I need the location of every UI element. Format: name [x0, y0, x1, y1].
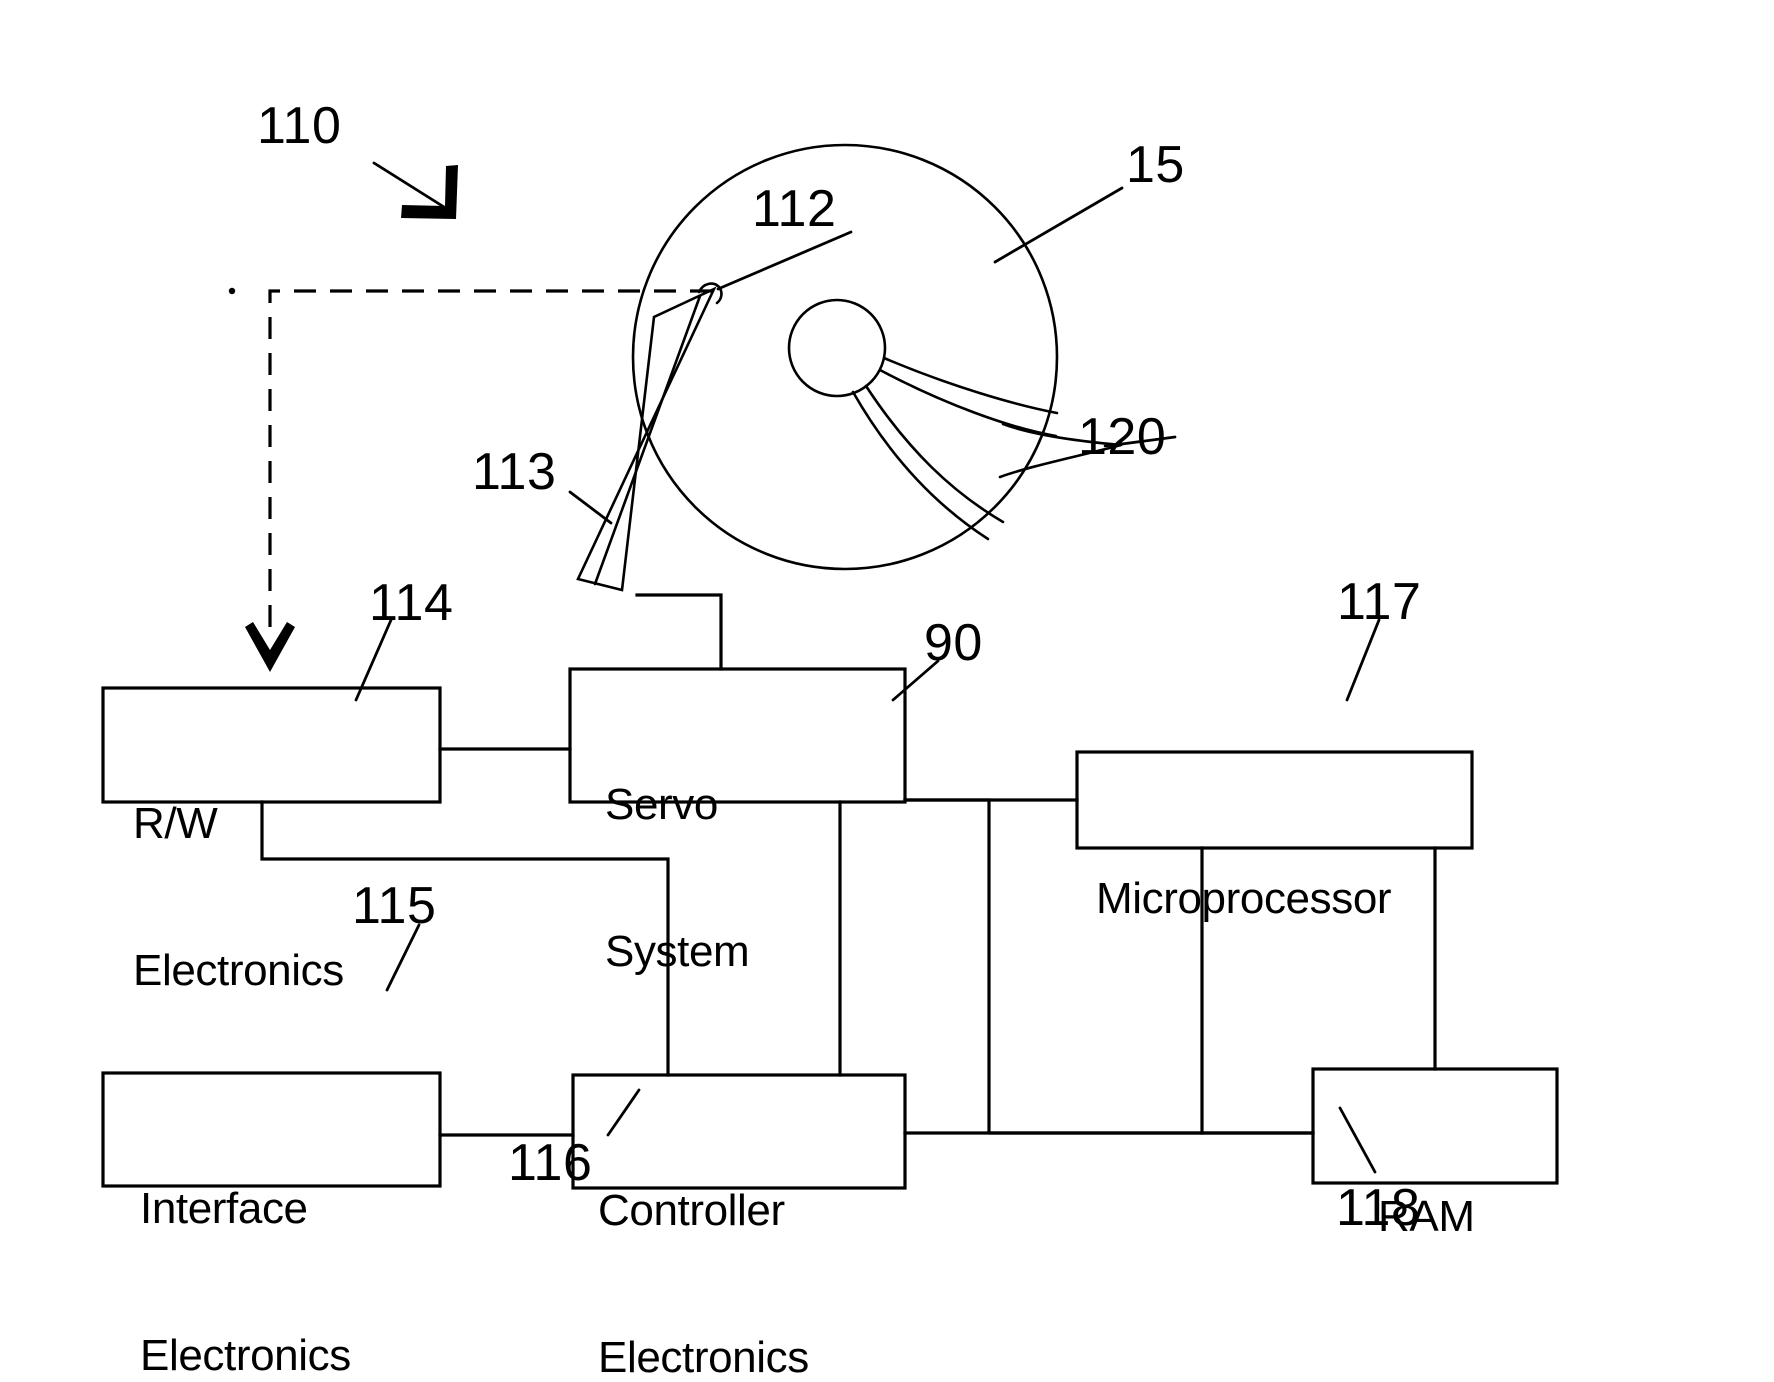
ref-numeral-112: 112: [752, 180, 837, 238]
ref-numeral-118: 118: [1336, 1179, 1421, 1237]
ref-numeral-114: 114: [369, 574, 454, 632]
ref-numeral-110: 110: [257, 97, 342, 155]
controller-electronics-label: Controller Electronics: [598, 1087, 809, 1382]
rw-electronics-label: R/W Electronics: [133, 700, 344, 1094]
servo-system-label-line2: System: [605, 927, 750, 977]
microprocessor-label-line1: Microprocessor: [1096, 873, 1392, 923]
ref-numeral-113: 113: [472, 443, 557, 501]
patent-figure: R/W Electronics Servo System Microproces…: [0, 0, 1774, 1382]
servo-system-label: Servo System: [605, 681, 750, 1075]
servo-system-label-line1: Servo: [605, 779, 718, 829]
disk-platter: [631, 143, 1059, 571]
rw-electronics-label-line2: Electronics: [133, 946, 344, 996]
ref-110-leader: [372, 161, 458, 219]
rw-electronics-label-line1: R/W: [133, 798, 218, 848]
feedback-dashed-path: [228, 287, 712, 672]
ref-numeral-117: 117: [1337, 573, 1422, 631]
spindle-hub: [787, 298, 887, 398]
actuator-arm: [576, 286, 717, 592]
ref-numeral-116: 116: [508, 1134, 593, 1192]
microprocessor-label: Microprocessor: [1096, 775, 1392, 1021]
ref-numeral-15: 15: [1126, 136, 1185, 194]
arm-to-servo-wire: [635, 593, 723, 671]
ref-numeral-115: 115: [352, 877, 437, 935]
ref-leaders: [354, 186, 1381, 1174]
ref-numeral-120: 120: [1078, 408, 1167, 466]
ref-numeral-90: 90: [924, 614, 983, 672]
interface-electronics-label-line2: Electronics: [140, 1331, 351, 1381]
controller-electronics-label-line1: Controller: [598, 1185, 785, 1235]
interface-electronics-label-line1: Interface: [140, 1183, 308, 1233]
controller-electronics-label-line2: Electronics: [598, 1333, 809, 1382]
interface-electronics-label: Interface Electronics: [140, 1085, 351, 1382]
